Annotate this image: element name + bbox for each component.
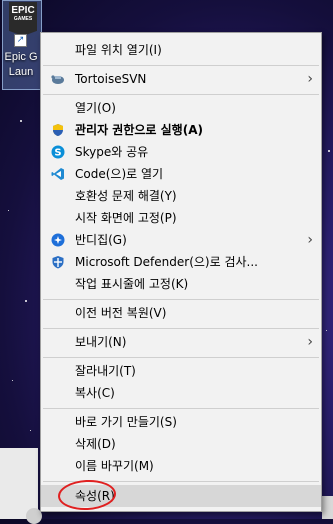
star [12, 380, 13, 381]
chevron-right-icon: › [307, 334, 313, 350]
menu-item-send-to[interactable]: 보내기(N) › [41, 331, 321, 353]
star [20, 120, 22, 122]
epic-games-logo-icon: EPIC GAMES [9, 2, 37, 36]
star [30, 430, 31, 431]
menu-item-rename[interactable]: 이름 바꾸기(M) [41, 455, 321, 477]
bandizip-icon [51, 233, 65, 247]
menu-item-label: 열기(O) [75, 101, 116, 115]
vscode-icon [51, 168, 64, 180]
menu-item-label: 복사(C) [75, 386, 115, 400]
menu-item-label: 관리자 권한으로 실행(A) [75, 123, 203, 137]
skype-icon: S [51, 145, 65, 159]
menu-item-label: 호환성 문제 해결(Y) [75, 189, 177, 203]
menu-item-tortoisesvn[interactable]: TortoiseSVN › [41, 68, 321, 90]
menu-separator [43, 408, 319, 409]
chevron-right-icon: › [307, 232, 313, 248]
menu-item-label: 바로 가기 만들기(S) [75, 415, 177, 429]
desktop-icon-label: Epic G Laun [2, 50, 40, 80]
menu-item-label: 반디집(G) [75, 233, 127, 247]
menu-item-share-skype[interactable]: S Skype와 공유 [41, 141, 321, 163]
menu-item-open-file-location[interactable]: 파일 위치 열기(I) [41, 39, 321, 61]
menu-item-delete[interactable]: 삭제(D) [41, 433, 321, 455]
background-window-edge [322, 496, 333, 519]
chevron-right-icon: › [307, 71, 313, 87]
menu-item-open-with-code[interactable]: Code(으)로 열기 [41, 163, 321, 185]
star [326, 330, 327, 331]
background-window [0, 448, 42, 524]
menu-item-label: 삭제(D) [75, 437, 116, 451]
menu-item-label: TortoiseSVN [75, 72, 147, 86]
star [25, 300, 27, 302]
epic-logo-text: EPIC [11, 5, 35, 16]
menu-item-run-as-admin[interactable]: 관리자 권한으로 실행(A) [41, 119, 321, 141]
uac-shield-icon [53, 124, 63, 136]
menu-item-defender-scan[interactable]: Microsoft Defender(으)로 검사... [41, 251, 321, 273]
star [328, 150, 330, 152]
menu-item-label: 작업 표시줄에 고정(K) [75, 277, 189, 291]
menu-separator [43, 299, 319, 300]
menu-item-restore-previous-versions[interactable]: 이전 버전 복원(V) [41, 302, 321, 324]
menu-separator [43, 357, 319, 358]
epic-logo-subtext: GAMES [13, 16, 33, 22]
menu-item-label: 이전 버전 복원(V) [75, 306, 167, 320]
defender-icon [52, 256, 64, 269]
menu-item-copy[interactable]: 복사(C) [41, 382, 321, 404]
star [8, 210, 9, 211]
desktop-shortcut-epic-games[interactable]: EPIC GAMES ↗ Epic G Laun [0, 0, 42, 90]
menu-separator [43, 328, 319, 329]
menu-item-label: Code(으)로 열기 [75, 167, 164, 181]
menu-item-troubleshoot-compatibility[interactable]: 호환성 문제 해결(Y) [41, 185, 321, 207]
menu-item-label: 잘라내기(T) [75, 364, 136, 378]
menu-item-pin-to-taskbar[interactable]: 작업 표시줄에 고정(K) [41, 273, 321, 295]
desktop-icon-label-line2: Laun [8, 66, 34, 78]
menu-item-label: Microsoft Defender(으)로 검사... [75, 255, 258, 269]
menu-item-create-shortcut[interactable]: 바로 가기 만들기(S) [41, 411, 321, 433]
svg-text:S: S [54, 148, 61, 159]
menu-item-open[interactable]: 열기(O) [41, 97, 321, 119]
menu-item-bandizip[interactable]: 반디집(G) › [41, 229, 321, 251]
menu-item-label: Skype와 공유 [75, 145, 149, 159]
tortoisesvn-icon [51, 75, 64, 84]
menu-item-label: 파일 위치 열기(I) [75, 43, 162, 57]
menu-separator [43, 65, 319, 66]
menu-item-pin-to-start[interactable]: 시작 화면에 고정(P) [41, 207, 321, 229]
menu-item-cut[interactable]: 잘라내기(T) [41, 360, 321, 382]
menu-item-label: 이름 바꾸기(M) [75, 459, 154, 473]
menu-item-label: 시작 화면에 고정(P) [75, 211, 177, 225]
shortcut-arrow-icon: ↗ [14, 34, 27, 47]
context-menu: 파일 위치 열기(I) TortoiseSVN › 열기(O) 관리자 권한으로… [40, 32, 322, 512]
menu-separator [43, 94, 319, 95]
menu-item-label: 보내기(N) [75, 335, 127, 349]
desktop-icon-label-line1: Epic G [4, 51, 38, 63]
